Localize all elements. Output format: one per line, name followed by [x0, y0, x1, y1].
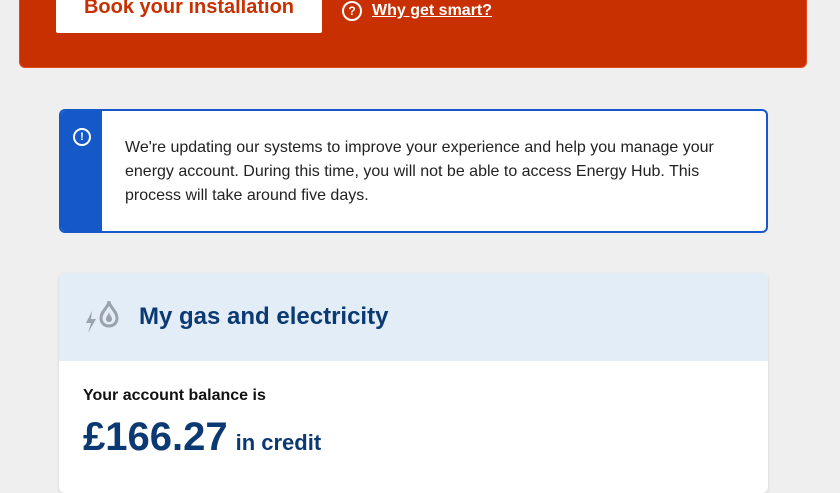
notice-accent-strip: !	[61, 111, 102, 231]
gas-electricity-icon	[86, 300, 119, 333]
book-installation-button[interactable]: Book your installation	[56, 0, 322, 33]
card-title: My gas and electricity	[139, 303, 389, 330]
alert-circle-icon: !	[73, 128, 91, 146]
why-get-smart-link[interactable]: ? Why get smart?	[342, 1, 492, 21]
help-circle-icon: ?	[342, 1, 362, 21]
notice-message: We're updating our systems to improve yo…	[125, 139, 714, 204]
gas-electricity-card: My gas and electricity Your account bala…	[59, 273, 768, 493]
card-header: My gas and electricity	[59, 273, 768, 361]
promo-banner: Book your installation ? Why get smart?	[19, 0, 807, 68]
balance-amount: £166.27	[83, 415, 228, 459]
balance-status: in credit	[235, 430, 322, 455]
balance-label: Your account balance is	[83, 387, 266, 404]
balance-row: £166.27 in credit	[83, 415, 321, 460]
system-update-notice: ! We're updating our systems to improve …	[59, 109, 768, 233]
why-get-smart-link-label: Why get smart?	[372, 2, 493, 19]
